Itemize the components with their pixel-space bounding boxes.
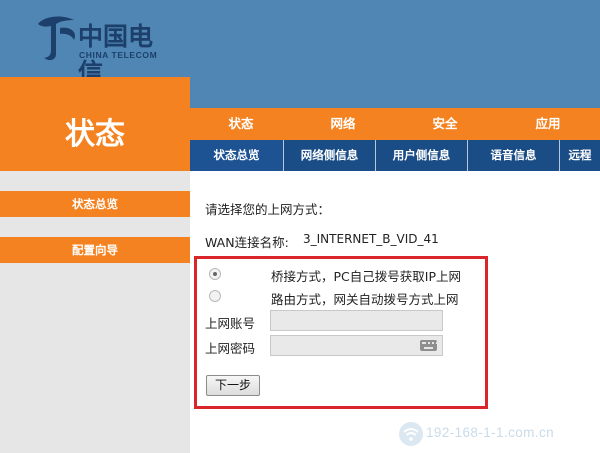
wan-name-value: 3_INTERNET_B_VID_41 xyxy=(303,232,439,246)
section-title: 状态 xyxy=(65,117,125,152)
tab-status[interactable]: 状态 xyxy=(190,108,292,140)
tab-application[interactable]: 应用 xyxy=(496,108,600,140)
wan-name-label: WAN连接名称: xyxy=(205,235,289,250)
keyboard-icon[interactable] xyxy=(420,340,439,351)
subtab-status-overview[interactable]: 状态总览 xyxy=(190,140,284,171)
password-input[interactable] xyxy=(270,335,443,356)
sidebar-item-setup-wizard[interactable]: 配置向导 xyxy=(0,237,190,263)
tab-network[interactable]: 网络 xyxy=(292,108,394,140)
next-step-button[interactable]: 下一步 xyxy=(206,375,260,396)
subtab-network-side-info[interactable]: 网络侧信息 xyxy=(284,140,376,171)
bridge-mode-radio[interactable] xyxy=(209,268,221,280)
sidebar-item-status-overview[interactable]: 状态总览 xyxy=(0,191,190,217)
site-watermark: 192-168-1-1.com.cn xyxy=(398,420,598,448)
route-mode-label: 路由方式，网关自动拨号方式上网 xyxy=(271,292,459,307)
wifi-icon xyxy=(399,422,423,446)
account-label: 上网账号 xyxy=(205,316,256,331)
route-mode-radio[interactable] xyxy=(209,290,221,302)
bridge-mode-label: 桥接方式，PC自己拨号获取IP上网 xyxy=(271,269,461,284)
section-header: 状态 xyxy=(0,77,190,171)
subtab-remote[interactable]: 远程 xyxy=(560,140,600,171)
subtab-user-side-info[interactable]: 用户侧信息 xyxy=(376,140,468,171)
access-mode-prompt: 请选择您的上网方式： xyxy=(205,202,331,217)
sub-tab-bar: 状态总览 网络侧信息 用户侧信息 语音信息 远程 xyxy=(190,140,600,171)
tab-security[interactable]: 安全 xyxy=(394,108,496,140)
main-tab-bar: 状态 网络 安全 应用 xyxy=(190,108,600,140)
account-input[interactable] xyxy=(270,310,443,331)
sidebar: 状态总览 配置向导 xyxy=(0,171,190,453)
router-admin-page: 中国电信 CHINA TELECOM 状态 状态 网络 安全 应用 状态总览 网… xyxy=(0,0,600,453)
china-telecom-logo: 中国电信 CHINA TELECOM xyxy=(34,10,159,87)
watermark-text: 192-168-1-1.com.cn xyxy=(426,425,555,440)
telecom-logo-icon xyxy=(38,16,76,61)
logo-english-text: CHINA TELECOM xyxy=(79,50,158,60)
nav-band xyxy=(190,77,600,108)
subtab-voice-info[interactable]: 语音信息 xyxy=(468,140,560,171)
password-label: 上网密码 xyxy=(205,341,256,356)
